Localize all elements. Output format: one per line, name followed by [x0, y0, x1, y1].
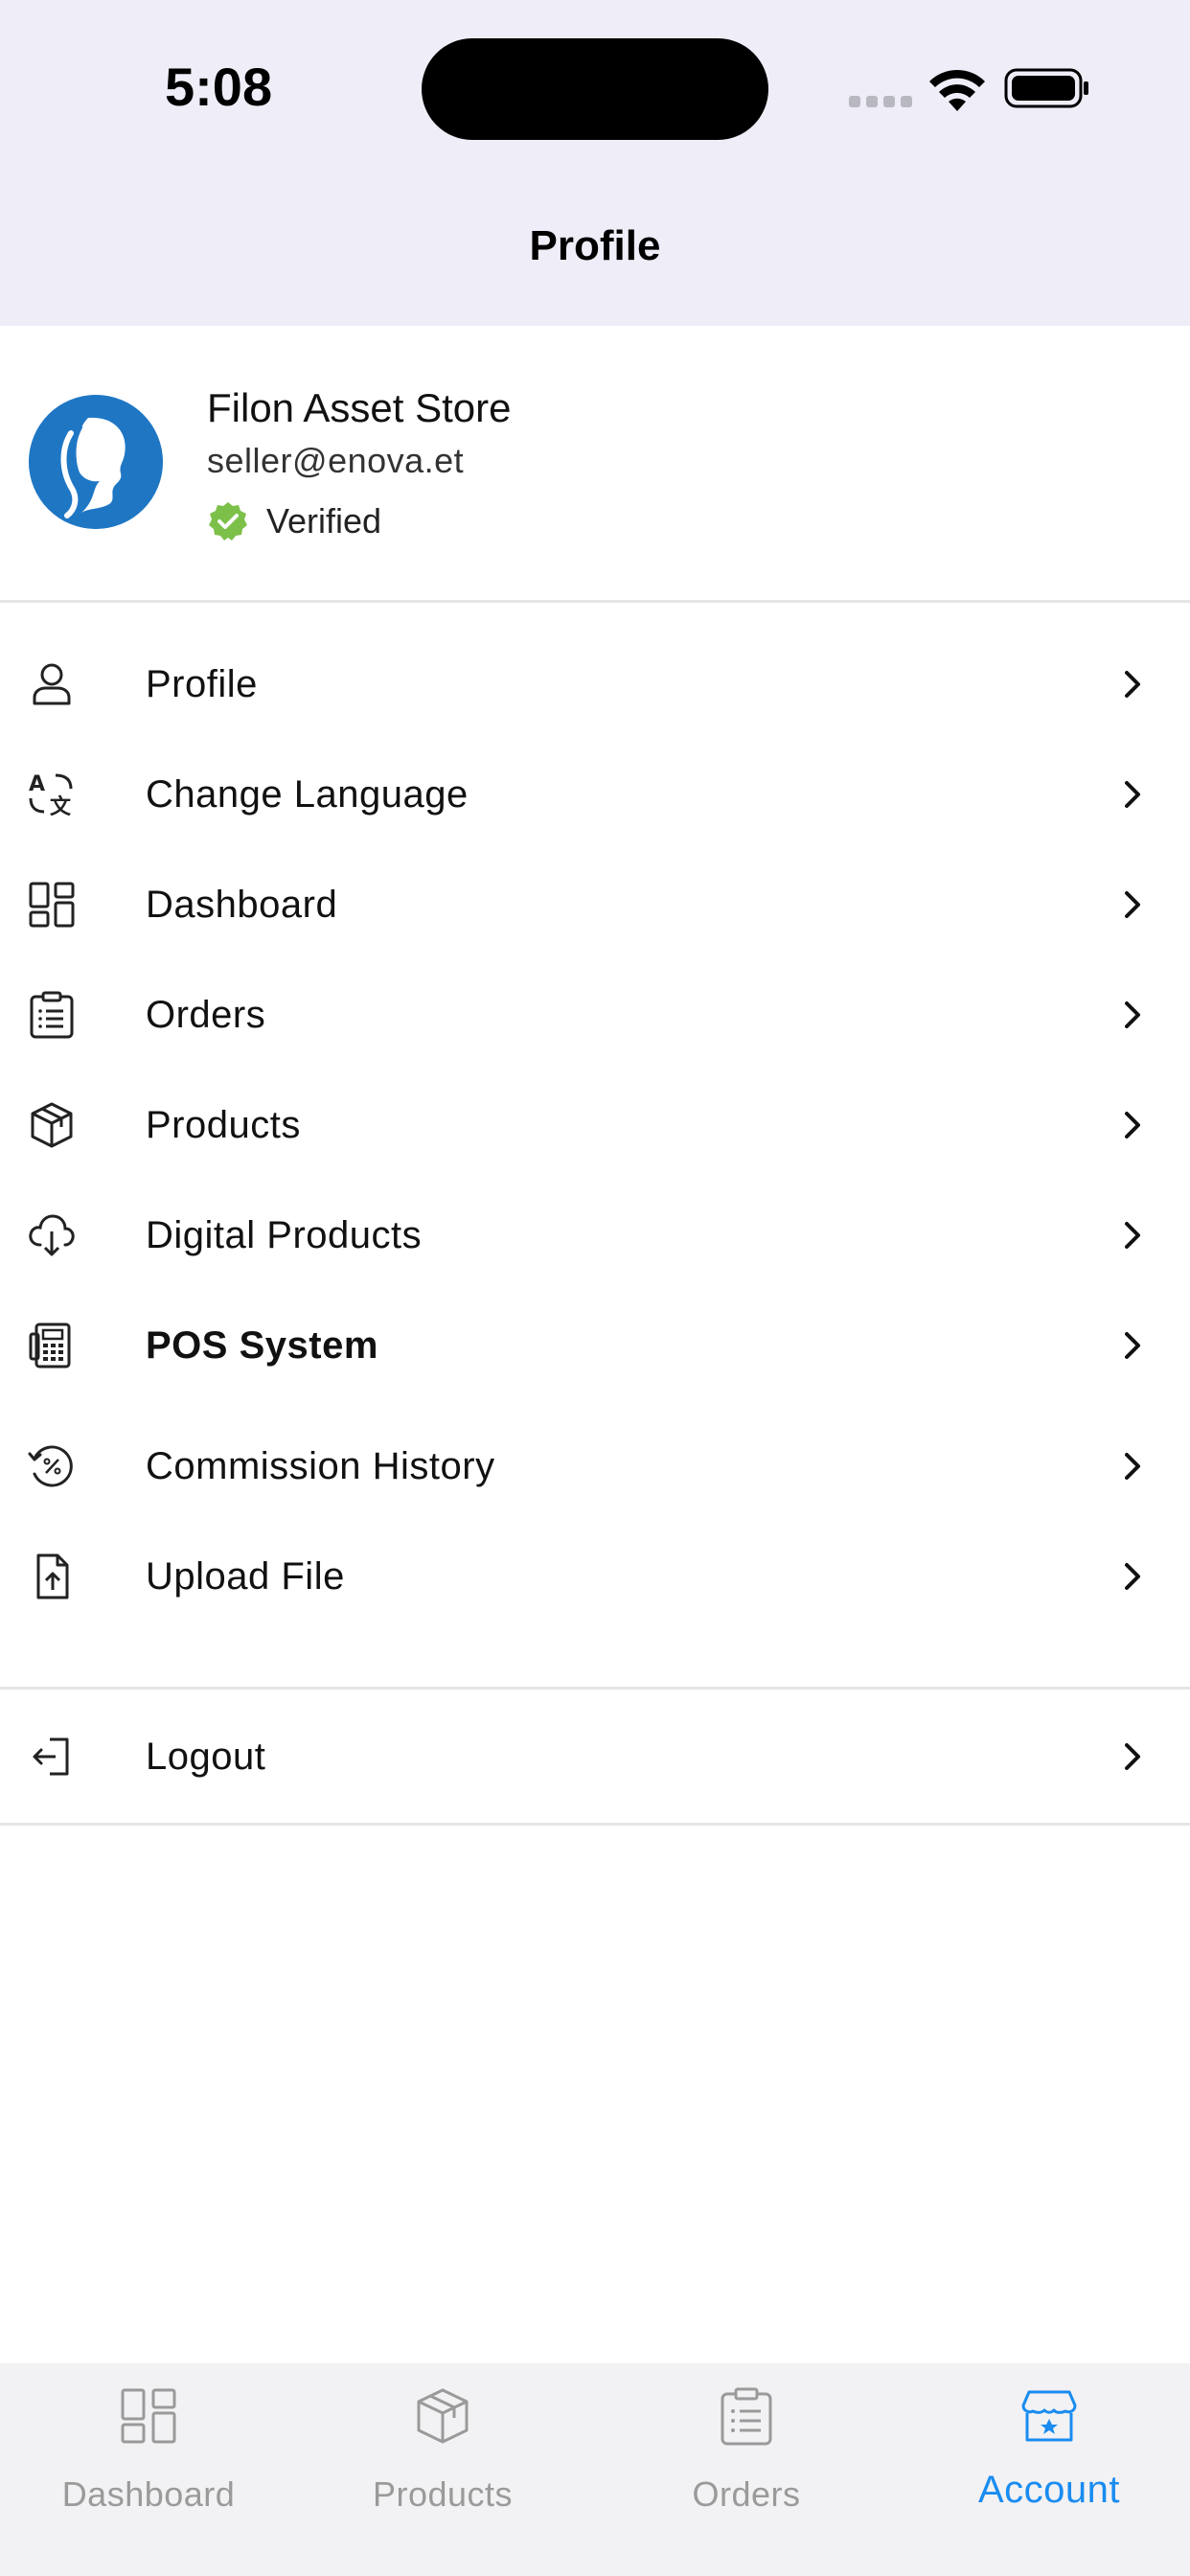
store-name: Filon Asset Store [207, 385, 512, 430]
box-icon [417, 2388, 469, 2444]
tab-dashboard[interactable]: Dashboard [0, 2363, 297, 2576]
menu-item-label: Change Language [146, 772, 469, 816]
menu-item-label: Orders [146, 993, 266, 1036]
tab-products[interactable]: Products [294, 2363, 591, 2576]
chevron-right-icon [1125, 1453, 1140, 1480]
chevron-right-icon [1125, 1112, 1140, 1138]
verified-badge: Verified [207, 500, 381, 542]
clipboard-list-icon [721, 2387, 772, 2446]
menu-item-label: POS System [146, 1323, 378, 1367]
menu-item-change-language[interactable]: A 文 Change Language [0, 747, 1190, 842]
chevron-right-icon [1125, 1743, 1140, 1770]
chevron-right-icon [1125, 1332, 1140, 1359]
logout-icon [33, 1737, 69, 1776]
menu-item-label: Logout [146, 1735, 266, 1778]
file-upload-icon [36, 1553, 69, 1599]
tab-label: Products [372, 2474, 514, 2514]
box-icon [31, 1102, 73, 1148]
store-email: seller@enova.et [207, 441, 465, 480]
divider [0, 1687, 1190, 1690]
menu-item-pos-system[interactable]: POS System [0, 1298, 1190, 1393]
battery-icon [1004, 68, 1088, 108]
tab-label: Orders [692, 2474, 801, 2514]
chevron-right-icon [1125, 671, 1140, 698]
store-avatar [29, 395, 163, 529]
svg-text:文: 文 [50, 794, 72, 819]
chevron-right-icon [1125, 781, 1140, 808]
clipboard-list-icon [30, 991, 74, 1039]
percent-history-icon [28, 1445, 73, 1487]
tab-account[interactable]: Account [901, 2363, 1190, 2576]
cellular-signal-icon [849, 96, 912, 107]
menu-item-label: Digital Products [146, 1213, 423, 1256]
divider [0, 1823, 1190, 1826]
bottom-tab-bar: Dashboard Products Orders Account [0, 2363, 1190, 2576]
verified-check-icon [209, 502, 247, 540]
verified-label: Verified [266, 501, 382, 540]
wifi-icon [929, 69, 985, 111]
tab-label: Dashboard [61, 2474, 236, 2514]
profile-card: Filon Asset Store seller@enova.et Verifi… [0, 326, 1190, 603]
tab-label: Account [977, 2469, 1121, 2511]
menu-item-label: Profile [146, 662, 258, 705]
store-icon [1021, 2390, 1077, 2442]
chevron-right-icon [1125, 1001, 1140, 1028]
menu-item-commission-history[interactable]: Commission History [0, 1418, 1190, 1514]
chevron-right-icon [1125, 1563, 1140, 1590]
user-icon [33, 663, 71, 705]
page-title: Profile [529, 222, 661, 269]
chevron-right-icon [1125, 891, 1140, 918]
menu-item-products[interactable]: Products [0, 1077, 1190, 1173]
menu-item-logout[interactable]: Logout [0, 1709, 1190, 1805]
tab-orders[interactable]: Orders [598, 2363, 895, 2576]
menu-item-orders[interactable]: Orders [0, 967, 1190, 1063]
menu-item-label: Commission History [146, 1444, 495, 1487]
menu-item-digital-products[interactable]: Digital Products [0, 1187, 1190, 1283]
menu-item-label: Products [146, 1103, 301, 1146]
dynamic-island [422, 38, 768, 140]
menu-item-dashboard[interactable]: Dashboard [0, 857, 1190, 953]
status-time: 5:08 [165, 57, 273, 117]
menu-item-label: Upload File [146, 1554, 345, 1598]
avatar-logo-icon [29, 395, 163, 529]
cloud-download-icon [29, 1214, 75, 1256]
chevron-right-icon [1125, 1222, 1140, 1249]
menu-item-label: Dashboard [146, 883, 338, 926]
calculator-icon [29, 1322, 71, 1368]
menu-item-profile[interactable]: Profile [0, 636, 1190, 732]
menu-item-upload-file[interactable]: Upload File [0, 1529, 1190, 1624]
top-bar: 5:08 Profile [0, 0, 1190, 326]
dashboard-icon [29, 882, 75, 928]
dashboard-icon [121, 2388, 176, 2444]
svg-text:A: A [29, 772, 45, 796]
translate-icon: A 文 [29, 772, 73, 819]
